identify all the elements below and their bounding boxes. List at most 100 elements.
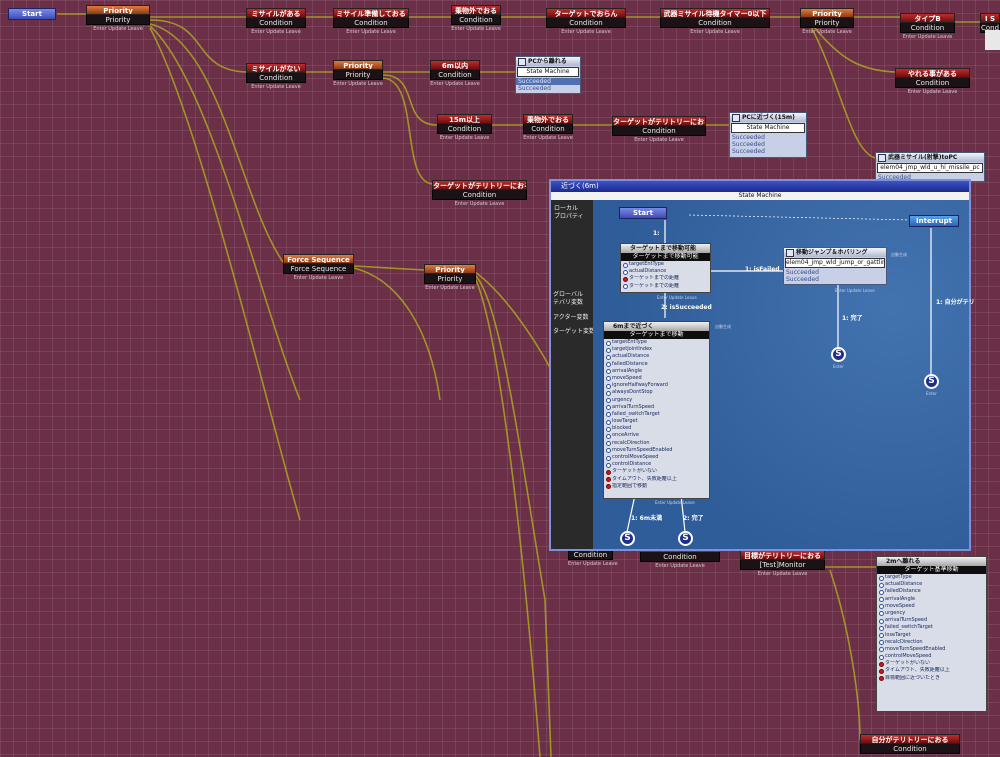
state-machine-icon <box>518 57 526 66</box>
condition-title: I S <box>980 13 1000 23</box>
condition-footer: Enter Update Leave <box>451 26 501 32</box>
node-footer: Enter Update Leave <box>655 500 695 505</box>
panel-tab-property[interactable]: プロパティ <box>554 211 584 220</box>
param-item: failedDistance <box>877 588 986 596</box>
state-row: Succeeded <box>786 269 819 276</box>
panel-tab-global-vars[interactable]: テバリ変数 <box>553 297 583 306</box>
condition-title: 6m以内 <box>430 60 480 70</box>
condition-no-target[interactable]: ターゲットでおらん Condition Enter Update Leave <box>546 8 626 35</box>
condition-bottom-1[interactable]: Condition Enter Update Leave <box>568 550 618 567</box>
condition-type-b[interactable]: タイプB Condition Enter Update Leave <box>900 13 955 40</box>
inner-start-node[interactable]: Start <box>619 207 667 219</box>
condition-type: Condition <box>660 18 770 28</box>
param-item: failedDistance <box>604 361 709 368</box>
condition-target-territory-2[interactable]: ターゲットがテリトリーにおる Condition Enter Update Le… <box>432 180 527 207</box>
condition-footer: Enter Update Leave <box>902 34 953 40</box>
param-item: targetJointIndex <box>604 346 709 353</box>
param-item: loseTarget <box>604 418 709 425</box>
condition-vehicle-outside[interactable]: 乗物外でおる Condition Enter Update Leave <box>451 5 501 32</box>
auto-generated-label: 自動生成 <box>891 252 907 257</box>
jump-hover-state-machine[interactable]: 移動ジャンプ＆ホバリング elem04_jmp_wld_jump_or_gatt… <box>783 247 887 285</box>
condition-target-territory[interactable]: ターゲットがテリトリーにおる Condition Enter Update Le… <box>612 116 706 143</box>
partial-node-right <box>985 30 1000 50</box>
condition-title: ミサイルがある <box>246 8 306 18</box>
condition-title: 乗物外でおる <box>523 114 573 124</box>
condition-can-move[interactable]: やれる事がある Condition Enter Update Leave <box>895 68 970 95</box>
param-item: controlDistance <box>604 461 709 468</box>
priority-node-2-title: Priority <box>800 8 854 18</box>
priority-node-3-title: Priority <box>333 60 383 70</box>
param-item: ターゲットがいない <box>877 660 986 667</box>
monitor-territory[interactable]: 目標がテリトリーにおる [Test]Monitor Enter Update L… <box>740 550 825 577</box>
condition-footer: Enter Update Leave <box>454 201 505 207</box>
condition-missile-ready[interactable]: ミサイル準備しておる Condition Enter Update Leave <box>333 8 409 35</box>
interrupt-node[interactable]: Interrupt <box>909 215 959 227</box>
condition-title: ターゲットがテリトリーにおる <box>432 180 527 190</box>
state-machine-missile-pc[interactable]: 武器ミサイル(射撃)toPC elem04_jmp_wld_u_hi_missi… <box>875 152 985 182</box>
param-item: controlMoveSpeed <box>877 653 986 660</box>
approach-node-params: targetEntType targetJointIndex actualDista… <box>604 339 709 490</box>
end-state-icon[interactable]: S <box>924 374 939 389</box>
end-state-icon[interactable]: S <box>831 347 846 362</box>
edge-label-done2: 2: 完了 <box>683 515 704 522</box>
priority-node-2[interactable]: Priority Priority Enter Update Leave <box>800 8 854 35</box>
force-sequence-node[interactable]: Force Sequence Force Sequence Enter Upda… <box>283 254 354 281</box>
editor-canvas[interactable]: Start Interrupt 1: ターゲットまで移動可能 ターゲットまで移動… <box>593 200 975 549</box>
editor-window-title: 近づく(6m) <box>551 181 969 192</box>
condition-type: Condition <box>333 18 409 28</box>
condition-vehicle-outside-2[interactable]: 乗物外でおる Condition Enter Update Leave <box>523 114 573 141</box>
edge-label-failed: 1: isFailed <box>745 266 780 273</box>
condition-missile-absent[interactable]: ミサイルがない Condition Enter Update Leave <box>246 63 306 90</box>
condition-bottom-territory[interactable]: 自分がテリトリーにおる Condition <box>860 734 960 754</box>
can-move-node[interactable]: ターゲットまで移動可能 ターゲットまで移動可能 targetEntType ac… <box>620 243 711 293</box>
priority-node-1-title: Priority <box>86 5 150 15</box>
condition-within-6m[interactable]: 6m以内 Condition Enter Update Leave <box>430 60 480 87</box>
condition-title: 武器ミサイル待機タイマー0以下 <box>660 8 770 18</box>
end-state-icon[interactable]: S <box>620 531 635 546</box>
param-item: failed_switchTarget <box>604 411 709 418</box>
condition-title: やれる事がある <box>895 68 970 78</box>
condition-over-15m[interactable]: 15m以上 Condition Enter Update Leave <box>437 114 492 141</box>
condition-bottom-2[interactable]: Condition Enter Update Leave <box>640 552 720 569</box>
param-item: 目標範囲に近づいたとき <box>877 675 986 682</box>
condition-timer[interactable]: 武器ミサイル待機タイマー0以下 Condition Enter Update L… <box>660 8 770 35</box>
param-item: urgency <box>604 397 709 404</box>
can-move-node-title: ターゲットまで移動可能 <box>621 244 710 253</box>
approach-6m-node[interactable]: 6mまで近づく ターゲットまで移動 targetEntType targetJoi… <box>603 321 710 499</box>
state-row: Succeeded <box>732 141 765 148</box>
priority-node-2-type: Priority <box>800 18 854 28</box>
param-item: targetEntType <box>621 261 710 268</box>
state-row: Succeeded <box>518 85 551 92</box>
state-machine-pc-approach[interactable]: PCに近づく(15m) State Machine Succeeded Succ… <box>729 112 807 158</box>
monitor-footer: Enter Update Leave <box>757 571 808 577</box>
param-item: タイムアウト、失敗距離以上 <box>877 667 986 675</box>
param-item: arrivalAngle <box>604 368 709 375</box>
state-machine-editor-window[interactable]: 近づく(6m) State Machine ローカル プロパティ グローバル テ… <box>549 179 975 551</box>
condition-footer: Enter Update Leave <box>561 29 611 35</box>
condition-type: Condition <box>900 23 955 33</box>
priority-node-3[interactable]: Priority Priority Enter Update Leave <box>333 60 383 87</box>
move-to-target-node[interactable]: 2mへ離れる ターゲット基準移動 targetType actualDistanc… <box>876 556 987 712</box>
end-state-label: Enter <box>833 364 844 369</box>
condition-title: ミサイル準備しておる <box>333 8 409 18</box>
param-item: targetType <box>877 574 986 581</box>
state-machine-pc-fire[interactable]: PCから離れる State Machine Succeeded Succeede… <box>515 56 581 94</box>
priority-node-1[interactable]: Priority Priority Enter Update Leave <box>86 5 150 32</box>
panel-tab-target-vars[interactable]: ターゲット変数 <box>553 326 595 335</box>
state-machine-type: State Machine <box>517 67 579 77</box>
move-node-type: ターゲット基準移動 <box>877 566 986 574</box>
condition-title: 乗物外でおる <box>451 5 501 15</box>
panel-tab-actor-vars[interactable]: アクター変数 <box>553 312 588 321</box>
condition-missile-exists[interactable]: ミサイルがある Condition Enter Update Leave <box>246 8 306 35</box>
condition-title: ターゲットでおらん <box>546 8 626 18</box>
end-state-label: Enter <box>926 391 937 396</box>
edge-label-succeeded: 2: isSucceeded <box>661 304 712 311</box>
param-item: recalcDirection <box>877 639 986 646</box>
state-machine-icon <box>878 153 886 162</box>
editor-variable-panel[interactable]: ローカル プロパティ グローバル テバリ変数 アクター変数 ターゲット変数 <box>551 200 595 549</box>
param-item: controlMoveSpeed <box>604 454 709 461</box>
condition-footer: Enter Update Leave <box>251 84 301 90</box>
end-state-icon[interactable]: S <box>678 531 693 546</box>
priority-node-4[interactable]: Priority Priority Enter Update Leave <box>424 264 476 291</box>
root-start-node[interactable]: Start <box>8 8 56 20</box>
